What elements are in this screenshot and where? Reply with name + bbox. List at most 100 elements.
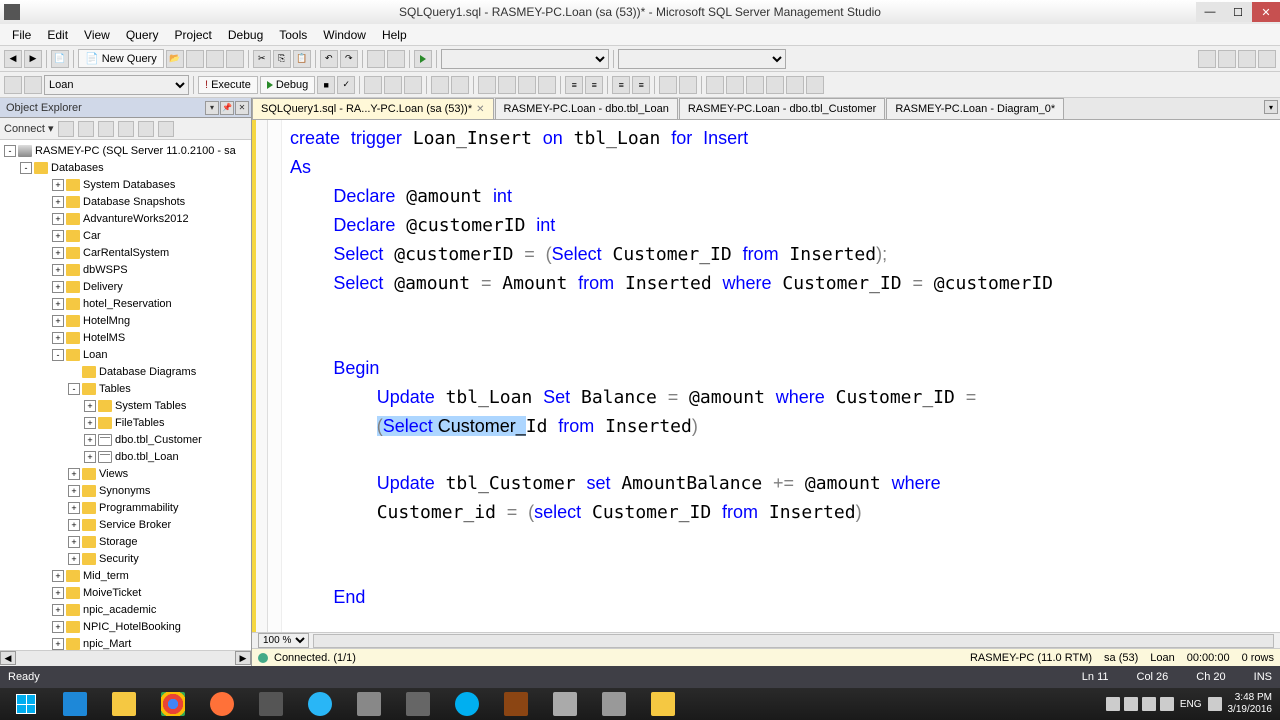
scroll-left-button[interactable]: ◀ bbox=[0, 651, 16, 665]
run-button[interactable] bbox=[414, 50, 432, 68]
expand-icon[interactable]: + bbox=[52, 230, 64, 242]
sql-btn-10[interactable] bbox=[518, 76, 536, 94]
sql-btn-19[interactable] bbox=[806, 76, 824, 94]
expand-icon[interactable]: + bbox=[52, 196, 64, 208]
stop-button[interactable]: ■ bbox=[317, 76, 335, 94]
tree-item[interactable]: +MoiveTicket bbox=[0, 584, 251, 601]
task-ie[interactable] bbox=[51, 689, 99, 719]
tree-item[interactable]: +System Tables bbox=[0, 397, 251, 414]
tree-item[interactable]: +Programmability bbox=[0, 499, 251, 516]
expand-icon[interactable]: + bbox=[52, 213, 64, 225]
tb-btn-r4[interactable] bbox=[1258, 50, 1276, 68]
tb-btn-3[interactable] bbox=[226, 50, 244, 68]
connect-button[interactable]: Connect ▾ bbox=[4, 122, 54, 135]
object-explorer-tree[interactable]: - RASMEY-PC (SQL Server 11.0.2100 - sa -… bbox=[0, 140, 251, 650]
tree-item[interactable]: +Service Broker bbox=[0, 516, 251, 533]
copy-button[interactable]: ⎘ bbox=[273, 50, 291, 68]
expand-icon[interactable]: - bbox=[52, 349, 64, 361]
menu-help[interactable]: Help bbox=[374, 26, 415, 44]
tray-icon[interactable] bbox=[1142, 697, 1156, 711]
task-app3[interactable] bbox=[394, 689, 442, 719]
expand-icon[interactable]: + bbox=[84, 417, 96, 429]
tray-icon[interactable] bbox=[1124, 697, 1138, 711]
paste-button[interactable]: 📋 bbox=[293, 50, 311, 68]
menu-debug[interactable]: Debug bbox=[220, 26, 271, 44]
expand-icon[interactable]: + bbox=[68, 519, 80, 531]
sql-btn-5[interactable] bbox=[404, 76, 422, 94]
tree-item[interactable]: +FileTables bbox=[0, 414, 251, 431]
sql-btn-9[interactable] bbox=[498, 76, 516, 94]
sql-btn-11[interactable] bbox=[538, 76, 556, 94]
task-firefox[interactable] bbox=[198, 689, 246, 719]
expand-icon[interactable]: + bbox=[52, 281, 64, 293]
expand-icon[interactable]: + bbox=[52, 298, 64, 310]
expand-icon[interactable]: + bbox=[84, 400, 96, 412]
comment-button[interactable]: ≡ bbox=[612, 76, 630, 94]
sql-btn-15[interactable] bbox=[726, 76, 744, 94]
sql-btn-8[interactable] bbox=[478, 76, 496, 94]
tree-item[interactable]: +CarRentalSystem bbox=[0, 244, 251, 261]
expand-icon[interactable]: + bbox=[52, 247, 64, 259]
expand-icon[interactable]: + bbox=[52, 604, 64, 616]
expand-icon[interactable]: - bbox=[68, 383, 80, 395]
tree-item[interactable]: -Loan bbox=[0, 346, 251, 363]
undo-button[interactable]: ↶ bbox=[320, 50, 338, 68]
tree-item[interactable]: +AdvantureWorks2012 bbox=[0, 210, 251, 227]
tree-item[interactable]: +npic_academic bbox=[0, 601, 251, 618]
tray-icon[interactable] bbox=[1106, 697, 1120, 711]
expand-icon[interactable]: + bbox=[52, 621, 64, 633]
tab-close-button[interactable]: ✕ bbox=[476, 104, 484, 115]
tray-icons[interactable] bbox=[1106, 697, 1174, 711]
document-tab[interactable]: RASMEY-PC.Loan - dbo.tbl_Customer bbox=[679, 98, 886, 119]
volume-icon[interactable] bbox=[1208, 697, 1222, 711]
tree-item[interactable]: +dbo.tbl_Loan bbox=[0, 448, 251, 465]
tree-item[interactable]: +hotel_Reservation bbox=[0, 295, 251, 312]
tree-item[interactable]: +Security bbox=[0, 550, 251, 567]
expand-icon[interactable]: + bbox=[84, 451, 96, 463]
tb-btn-4[interactable] bbox=[367, 50, 385, 68]
outdent-button[interactable]: ≡ bbox=[585, 76, 603, 94]
tb-btn-r3[interactable] bbox=[1238, 50, 1256, 68]
tb-btn-r2[interactable] bbox=[1218, 50, 1236, 68]
tree-item[interactable]: +dbo.tbl_Customer bbox=[0, 431, 251, 448]
task-explorer[interactable] bbox=[100, 689, 148, 719]
sql-btn-7[interactable] bbox=[451, 76, 469, 94]
document-tab[interactable]: RASMEY-PC.Loan - dbo.tbl_Loan bbox=[495, 98, 678, 119]
tray-lang[interactable]: ENG bbox=[1180, 699, 1202, 710]
tb-btn-2[interactable] bbox=[206, 50, 224, 68]
start-button[interactable] bbox=[2, 689, 50, 719]
tb-btn-5[interactable] bbox=[387, 50, 405, 68]
zoom-combo[interactable]: 100 % bbox=[258, 633, 309, 648]
oe-tb-4[interactable] bbox=[118, 121, 134, 137]
oe-tb-3[interactable] bbox=[98, 121, 114, 137]
indent-button[interactable]: ≡ bbox=[565, 76, 583, 94]
tree-item[interactable]: +Car bbox=[0, 227, 251, 244]
code-editor[interactable]: create trigger Loan_Insert on tbl_Loan f… bbox=[252, 120, 1280, 632]
sql-btn-3[interactable] bbox=[364, 76, 382, 94]
tree-item[interactable]: +Synonyms bbox=[0, 482, 251, 499]
expand-icon[interactable]: + bbox=[68, 536, 80, 548]
sql-btn-12[interactable] bbox=[659, 76, 677, 94]
tab-nav-button[interactable]: ▾ bbox=[1264, 100, 1278, 114]
close-button[interactable]: ✕ bbox=[1252, 2, 1280, 22]
hscroll[interactable] bbox=[313, 634, 1274, 648]
back-button[interactable]: ◀ bbox=[4, 50, 22, 68]
expand-icon[interactable]: + bbox=[68, 502, 80, 514]
task-skype[interactable] bbox=[443, 689, 491, 719]
expand-icon[interactable]: + bbox=[52, 264, 64, 276]
menu-window[interactable]: Window bbox=[315, 26, 374, 44]
expand-icon[interactable]: + bbox=[68, 468, 80, 480]
tree-databases[interactable]: - Databases bbox=[0, 159, 251, 176]
sql-btn-17[interactable] bbox=[766, 76, 784, 94]
tree-item[interactable]: +HotelMS bbox=[0, 329, 251, 346]
expand-icon[interactable]: + bbox=[52, 638, 64, 650]
menu-query[interactable]: Query bbox=[118, 26, 167, 44]
document-tab[interactable]: RASMEY-PC.Loan - Diagram_0* bbox=[886, 98, 1064, 119]
document-tab[interactable]: SQLQuery1.sql - RA...Y-PC.Loan (sa (53))… bbox=[252, 98, 494, 119]
menu-edit[interactable]: Edit bbox=[39, 26, 76, 44]
tb-btn-1[interactable] bbox=[186, 50, 204, 68]
solution-combo[interactable] bbox=[441, 49, 609, 69]
expand-icon[interactable]: + bbox=[52, 570, 64, 582]
sql-btn-13[interactable] bbox=[679, 76, 697, 94]
oe-hscroll[interactable]: ◀ ▶ bbox=[0, 650, 251, 666]
